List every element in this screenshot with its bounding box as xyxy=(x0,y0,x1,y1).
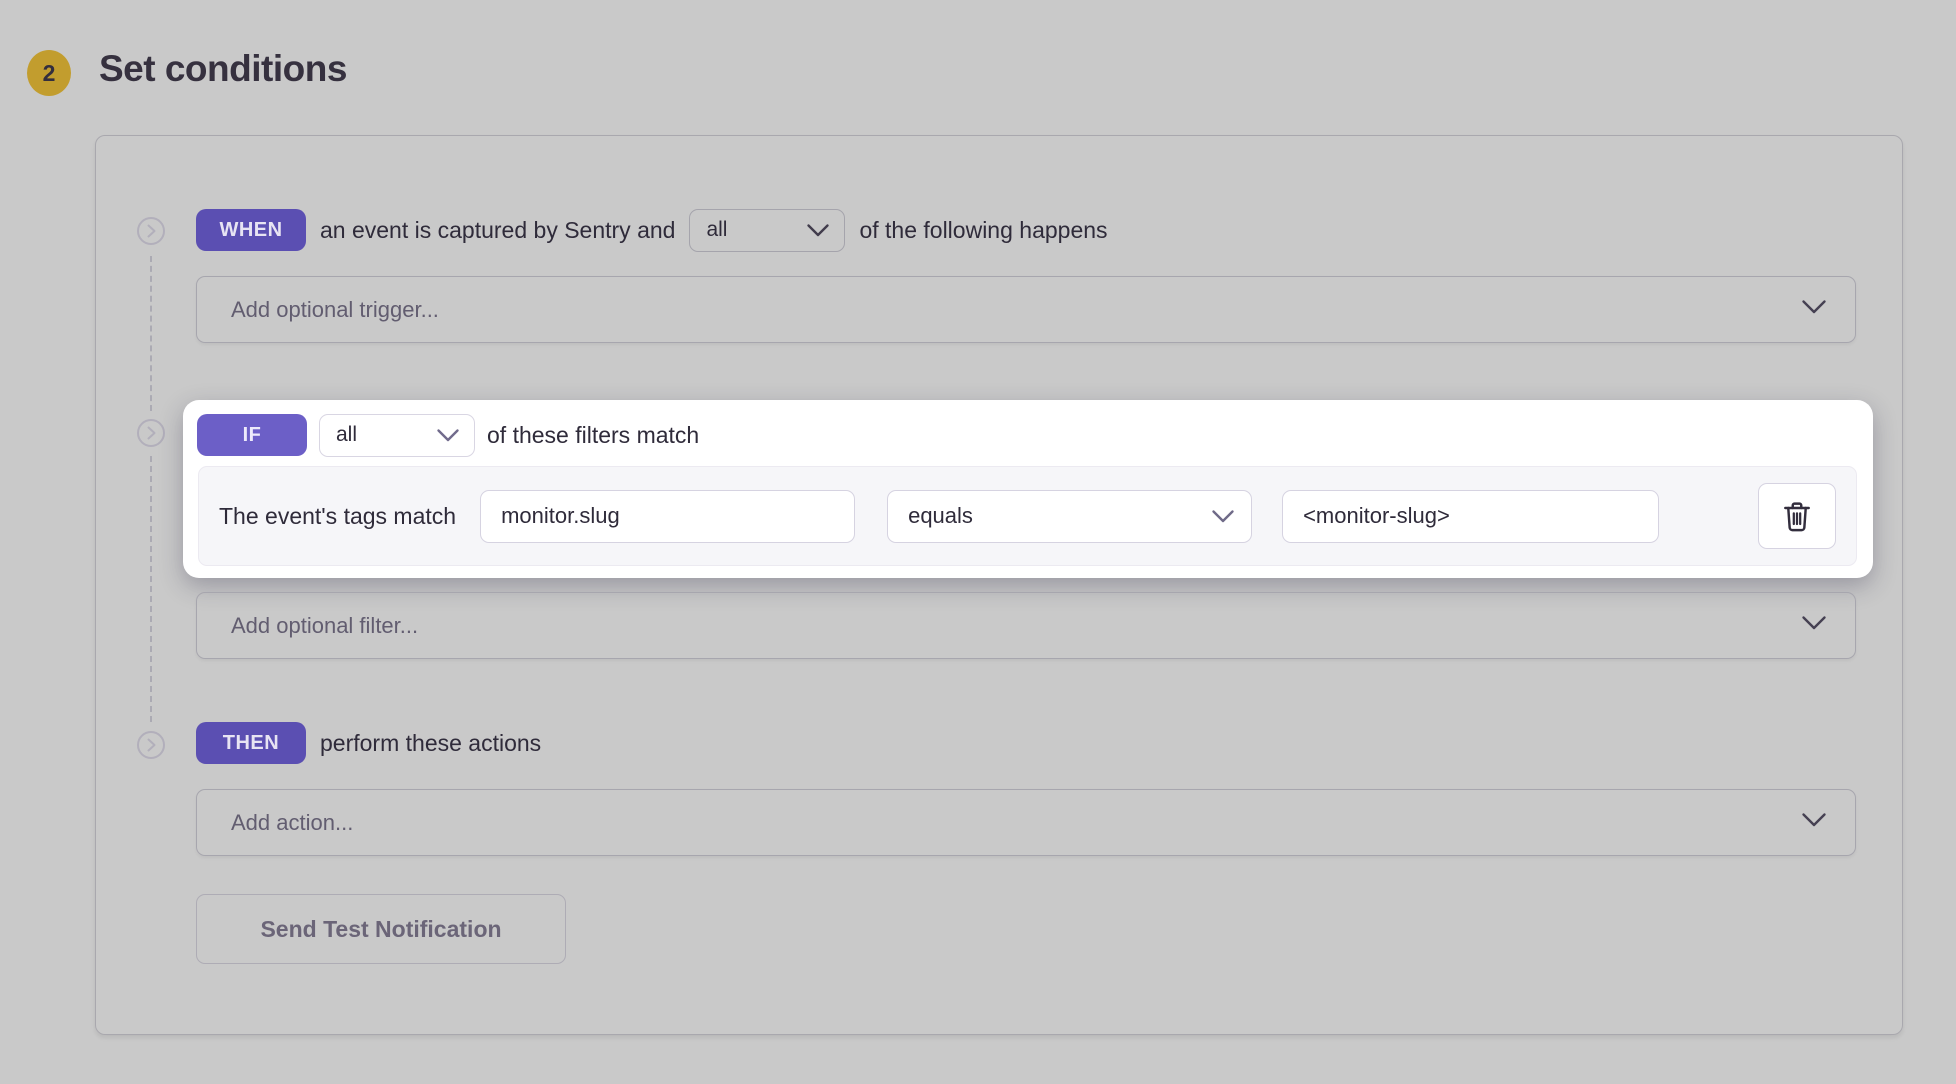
if-text-after: of these filters match xyxy=(487,422,699,449)
chevron-right-circle-icon xyxy=(136,418,166,448)
page-title: Set conditions xyxy=(99,48,347,90)
add-action-select[interactable]: Add action... xyxy=(196,789,1856,856)
filter-key-input[interactable] xyxy=(480,490,855,543)
rail-dashed-connector xyxy=(150,456,152,722)
if-row: IF all of these filters match xyxy=(197,413,699,457)
send-test-notification-label: Send Test Notification xyxy=(260,916,501,943)
when-match-select-value: all xyxy=(706,218,806,242)
delete-filter-button[interactable] xyxy=(1758,483,1836,549)
add-trigger-select[interactable]: Add optional trigger... xyxy=(196,276,1856,343)
rail-dashed-connector xyxy=(150,256,152,411)
when-badge: WHEN xyxy=(196,209,306,251)
filter-condition-label: The event's tags match xyxy=(219,503,456,530)
step-number: 2 xyxy=(43,60,56,87)
chevron-down-icon xyxy=(806,223,830,238)
when-row: WHEN an event is captured by Sentry and … xyxy=(196,208,1108,252)
when-text-before: an event is captured by Sentry and xyxy=(320,217,675,244)
chevron-right-circle-icon xyxy=(136,216,166,246)
chevron-down-icon xyxy=(436,428,460,443)
then-row: THEN perform these actions xyxy=(196,721,541,765)
if-badge: IF xyxy=(197,414,307,456)
chevron-down-icon xyxy=(1211,509,1235,524)
step-number-badge: 2 xyxy=(27,50,71,96)
when-text-after: of the following happens xyxy=(859,217,1107,244)
add-trigger-placeholder: Add optional trigger... xyxy=(231,297,1801,323)
if-match-select-value: all xyxy=(336,423,436,447)
add-filter-placeholder: Add optional filter... xyxy=(231,613,1801,639)
add-filter-select[interactable]: Add optional filter... xyxy=(196,592,1856,659)
chevron-down-icon xyxy=(1801,299,1827,320)
add-action-placeholder: Add action... xyxy=(231,810,1801,836)
if-filter-card: IF all of these filters match The event'… xyxy=(183,400,1873,578)
filter-value-input[interactable] xyxy=(1282,490,1659,543)
filter-condition-row: The event's tags match equals xyxy=(198,466,1857,566)
conditions-panel: WHEN an event is captured by Sentry and … xyxy=(95,135,1903,1035)
filter-match-select-value: equals xyxy=(908,503,1211,529)
if-match-select[interactable]: all xyxy=(319,414,475,457)
then-badge: THEN xyxy=(196,722,306,764)
trash-icon xyxy=(1782,500,1812,533)
send-test-notification-button[interactable]: Send Test Notification xyxy=(196,894,566,964)
when-match-select[interactable]: all xyxy=(689,209,845,252)
chevron-down-icon xyxy=(1801,812,1827,833)
filter-match-select[interactable]: equals xyxy=(887,490,1252,543)
then-text-after: perform these actions xyxy=(320,730,541,757)
chevron-right-circle-icon xyxy=(136,730,166,760)
chevron-down-icon xyxy=(1801,615,1827,636)
